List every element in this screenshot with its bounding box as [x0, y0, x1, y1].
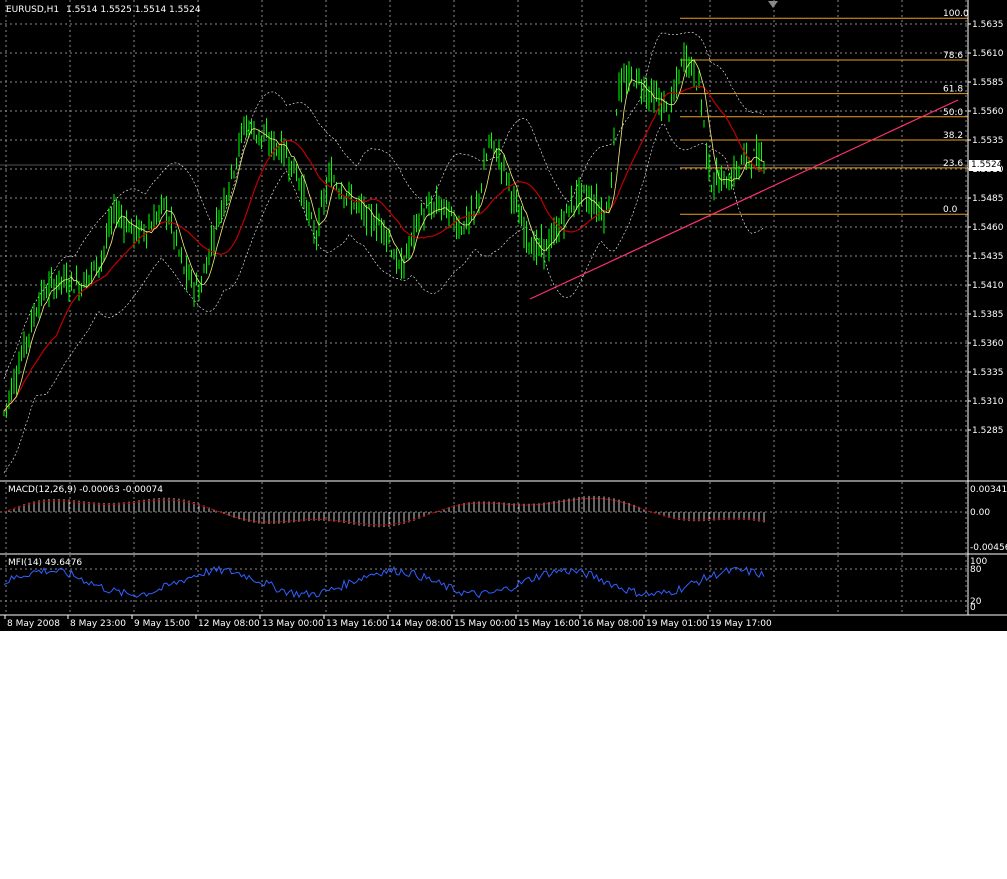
time-tick-label: 19 May 17:00	[710, 619, 772, 629]
price-tick-label: 1.5460	[972, 223, 1004, 233]
chart-title: EURUSD,H1 1.5514 1.5525 1.5514 1.5524	[6, 5, 201, 16]
current-price-text: 1.5524	[971, 160, 1003, 170]
shift-triangle-icon[interactable]	[768, 1, 778, 8]
ohlc-values: 1.5514 1.5525 1.5514 1.5524	[66, 5, 201, 15]
fib-level-label: 61.8	[943, 85, 963, 95]
price-candles	[3, 42, 765, 418]
fib-level-label: 23.6	[943, 159, 963, 169]
chart-canvas[interactable]: 100.0 78.6 61.8 50.0 38.2 23.6 0.0 1.5635 1.561…	[0, 0, 1007, 631]
time-tick-label: 8 May 2008	[7, 619, 60, 629]
fibonacci-retracement[interactable]: 100.0 78.6 61.8 50.0 38.2 23.6 0.0	[680, 9, 969, 215]
mfi-label: MFI(14) 49.6476	[8, 558, 83, 568]
time-tick-label: 16 May 08:00	[582, 619, 644, 629]
time-tick-label: 9 May 15:00	[134, 619, 190, 629]
grid-lines	[0, 0, 968, 614]
price-tick-label: 1.5310	[972, 397, 1004, 407]
price-tick-label: 1.5560	[972, 107, 1004, 117]
mfi-series-line	[3, 565, 765, 599]
blank-area	[0, 631, 1007, 879]
price-tick-label: 1.5360	[972, 339, 1004, 349]
bollinger-bands	[3, 32, 765, 473]
ma-slow-line	[3, 85, 765, 412]
macd-tick-label: -0.00456	[970, 543, 1007, 553]
trading-terminal: 100.0 78.6 61.8 50.0 38.2 23.6 0.0 1.5635 1.561…	[0, 0, 1007, 631]
price-tick-label: 1.5285	[972, 426, 1004, 436]
time-tick-label: 19 May 01:00	[646, 619, 708, 629]
time-tick-label: 13 May 00:00	[262, 619, 324, 629]
time-tick-label: 15 May 16:00	[518, 619, 580, 629]
fib-level-label: 0.0	[943, 205, 958, 215]
price-tick-label: 1.5410	[972, 281, 1004, 291]
price-tick-label: 1.5385	[972, 310, 1004, 320]
window-separators	[0, 0, 1007, 616]
macd-tick-label: 0.00	[970, 508, 990, 518]
fib-level-label: 78.6	[943, 51, 963, 61]
price-tick-label: 1.5610	[972, 49, 1004, 59]
time-tick-label: 8 May 23:00	[70, 619, 126, 629]
price-tick-label: 1.5335	[972, 368, 1004, 378]
fib-level-label: 100.0	[943, 9, 969, 19]
time-tick-label: 15 May 00:00	[454, 619, 516, 629]
band-lower	[3, 123, 765, 473]
macd-label: MACD(12,26,9) -0.00063 -0.00074	[8, 485, 164, 495]
price-tick-label: 1.5435	[972, 252, 1004, 262]
time-tick-label: 13 May 16:00	[326, 619, 388, 629]
macd-tick-label: 0.00341	[970, 485, 1007, 495]
price-tick-label: 1.5585	[972, 78, 1004, 88]
price-tick-label: 1.5485	[972, 194, 1004, 204]
current-price-badge: 1.5524	[969, 160, 1003, 171]
symbol-period: EURUSD,H1	[6, 5, 60, 15]
mfi-tick-label: 80	[970, 565, 982, 575]
fib-level-label: 38.2	[943, 131, 963, 141]
mfi-line	[3, 565, 765, 599]
price-tick-label: 1.5535	[972, 136, 1004, 146]
price-tick-label: 1.5635	[972, 20, 1004, 30]
macd-histogram	[3, 495, 765, 528]
time-tick-label: 14 May 08:00	[390, 619, 452, 629]
fib-level-label: 50.0	[943, 108, 963, 118]
mfi-tick-label: 0	[970, 603, 976, 613]
time-tick-label: 12 May 08:00	[198, 619, 260, 629]
